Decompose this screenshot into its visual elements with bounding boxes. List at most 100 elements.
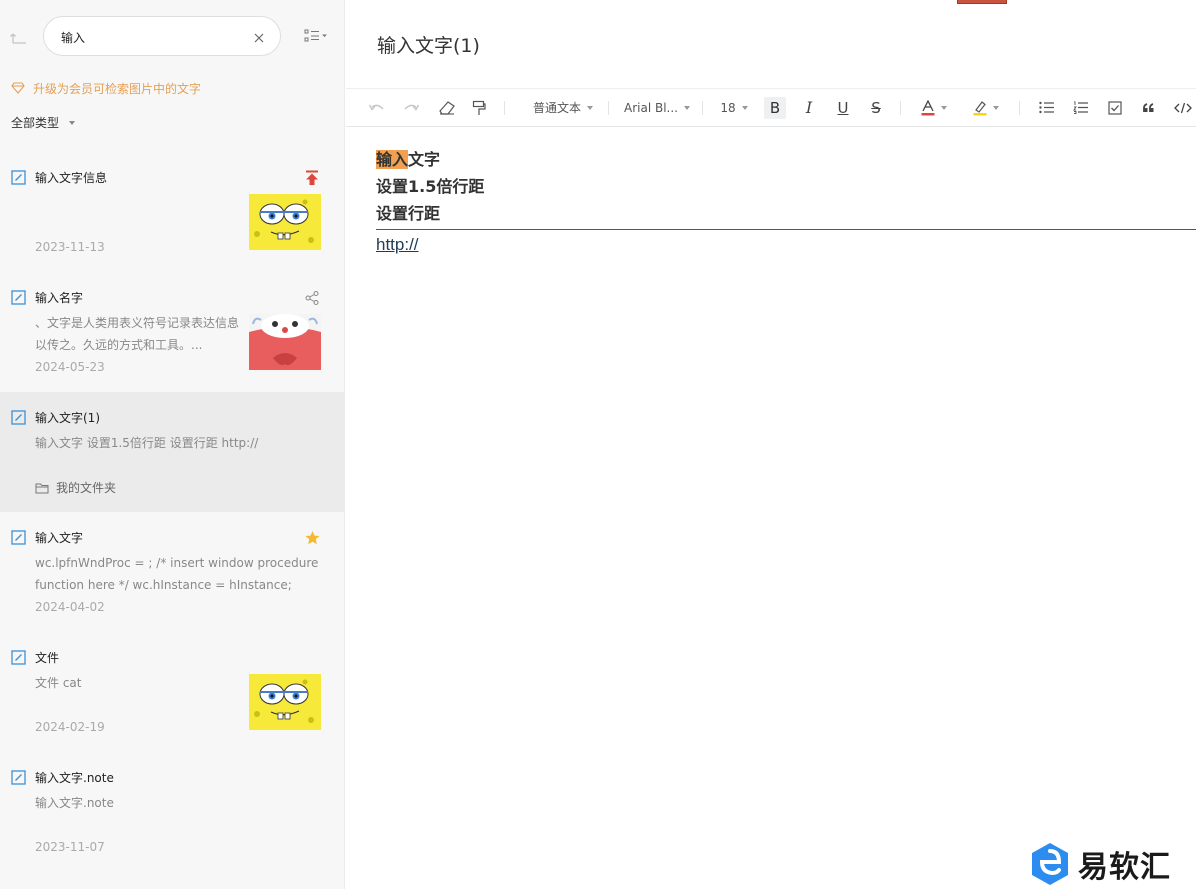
font-size-dropdown[interactable]: 18 [718, 89, 750, 126]
note-icon [11, 530, 26, 545]
note-list-item[interactable]: 输入文字.note 输入文字.note 2023-11-07 [0, 752, 345, 872]
quote-button[interactable] [1138, 89, 1160, 126]
chevron-down-icon [941, 105, 947, 110]
note-icon [11, 170, 26, 185]
note-list-item[interactable]: 文件 文件 cat 2024-02-19 [0, 632, 345, 752]
note-title: 输入名字 [35, 291, 84, 305]
font-size-value: 18 [720, 100, 736, 115]
chevron-down-icon [587, 105, 593, 110]
upgrade-banner[interactable]: 升级为会员可检索图片中的文字 [11, 79, 201, 97]
note-sidebar: 升级为会员可检索图片中的文字 全部类型 输入文字信息 [0, 0, 345, 889]
note-list-item[interactable]: 输入名字 、文字是人类用表义符号记录表达信息以传之。久远的方式和工具。... 2… [0, 272, 345, 392]
chevron-down-icon [684, 105, 690, 110]
paragraph-style-dropdown[interactable]: 普通文本 [528, 89, 598, 126]
back-icon[interactable] [10, 28, 28, 46]
checklist-button[interactable] [1104, 89, 1126, 126]
bold-button[interactable]: B [764, 97, 786, 119]
note-date: 2024-04-02 [35, 600, 105, 614]
note-list-item-active[interactable]: 输入文字(1) 输入文字 设置1.5倍行距 设置行距 http:// 我的文件夹 [0, 392, 345, 512]
upgrade-text: 升级为会员可检索图片中的文字 [33, 81, 202, 96]
undo-icon[interactable] [366, 89, 388, 126]
search-input[interactable] [61, 27, 241, 47]
paragraph-style-value: 普通文本 [532, 101, 581, 115]
horizontal-rule [376, 229, 1196, 230]
bullet-list-icon [1038, 101, 1054, 114]
bullet-list-button[interactable] [1035, 89, 1057, 126]
window-control-mark [957, 0, 1007, 4]
chevron-down-icon [741, 105, 748, 110]
note-date: 2023-11-13 [35, 240, 105, 254]
note-title: 输入文字.note [35, 771, 114, 785]
italic-icon: I [805, 98, 813, 117]
note-date: 2024-02-19 [35, 720, 105, 734]
italic-button[interactable]: I [798, 89, 820, 126]
note-icon [11, 650, 26, 665]
toolbar-divider [702, 101, 703, 115]
note-snippet: 输入文字.note [35, 796, 114, 810]
numbered-list-button[interactable] [1069, 89, 1091, 126]
note-title: 输入文字 [35, 531, 84, 545]
highlight-color-dropdown[interactable] [968, 89, 1004, 126]
watermark-logo: 易软汇 [1030, 842, 1171, 886]
note-list-item[interactable]: 输入文字 wc.lpfnWndProc = ; /* insert window… [0, 512, 345, 632]
note-icon [11, 290, 26, 305]
formatting-toolbar: 普通文本 Arial Bl... 18 B I U S [346, 88, 1196, 127]
note-editor: 输入文字(1) 普通文本 Arial Bl... 18 B I U S 输入文字… [346, 0, 1196, 889]
note-title: 文件 [35, 651, 60, 665]
note-date: 2024-05-23 [35, 360, 105, 374]
cat-thumbnail [249, 314, 321, 370]
numbered-list-icon [1072, 101, 1088, 114]
folder-icon [35, 483, 49, 493]
note-title: 输入文字(1) [35, 411, 100, 425]
editor-content[interactable]: 输入文字 设置1.5倍行距 设置行距 http:// [376, 146, 1196, 255]
search-box[interactable] [43, 16, 281, 56]
star-icon[interactable] [305, 530, 320, 546]
list-view-icon[interactable] [304, 28, 330, 44]
content-link[interactable]: http:// [376, 235, 1196, 255]
brand-logo-icon [1032, 843, 1068, 885]
checkbox-icon [1108, 100, 1122, 115]
folder-name: 我的文件夹 [56, 481, 117, 495]
format-painter-icon[interactable] [468, 89, 490, 126]
note-snippet: 输入文字 设置1.5倍行距 设置行距 http:// [35, 436, 259, 450]
note-date: 2023-11-07 [35, 840, 105, 854]
note-snippet: 、文字是人类用表义符号记录表达信息以传之。久远的方式和工具。... [35, 316, 240, 352]
note-snippet: wc.lpfnWndProc = ; /* insert window proc… [35, 556, 319, 592]
content-line: 设置行距 [376, 204, 441, 223]
bold-icon: B [769, 99, 781, 117]
content-line: 输入文字 [376, 146, 1196, 173]
font-family-value: Arial Bl... [624, 100, 678, 115]
note-title: 输入文字信息 [35, 171, 108, 185]
toolbar-divider [1019, 101, 1020, 115]
note-list-item[interactable]: 输入文字信息 2023-11-13 [0, 152, 345, 272]
watermark-text: 易软汇 [1078, 850, 1171, 885]
font-color-icon [921, 99, 935, 115]
pin-icon[interactable] [305, 170, 319, 186]
eraser-icon[interactable] [436, 89, 458, 126]
note-list: 输入文字信息 2023-11-13 输入名字 、文字是人类用表义符号记录表达信息… [0, 152, 345, 872]
share-icon[interactable] [305, 290, 319, 306]
clear-search-icon[interactable] [252, 30, 266, 44]
font-family-dropdown[interactable]: Arial Bl... [624, 89, 690, 126]
diamond-icon [11, 82, 25, 94]
note-title-heading[interactable]: 输入文字(1) [377, 31, 480, 58]
underline-button[interactable]: U [832, 89, 854, 126]
code-button[interactable] [1172, 89, 1194, 126]
redo-icon[interactable] [400, 89, 422, 126]
type-filter-label: 全部类型 [11, 116, 60, 130]
note-snippet: 文件 cat [35, 676, 82, 690]
quote-icon [1143, 102, 1154, 112]
spongebob-thumbnail [249, 194, 321, 250]
note-folder[interactable]: 我的文件夹 [35, 479, 116, 496]
strikethrough-button[interactable]: S [865, 89, 887, 126]
toolbar-divider [900, 101, 901, 115]
toolbar-divider [504, 101, 505, 115]
strikethrough-icon: S [871, 98, 881, 117]
note-icon [11, 410, 26, 425]
font-color-dropdown[interactable] [916, 89, 952, 126]
search-highlight: 输入 [376, 150, 409, 169]
note-icon [11, 770, 26, 785]
type-filter-dropdown[interactable]: 全部类型 [11, 114, 76, 131]
code-icon [1174, 102, 1192, 113]
highlighter-icon [973, 100, 987, 115]
